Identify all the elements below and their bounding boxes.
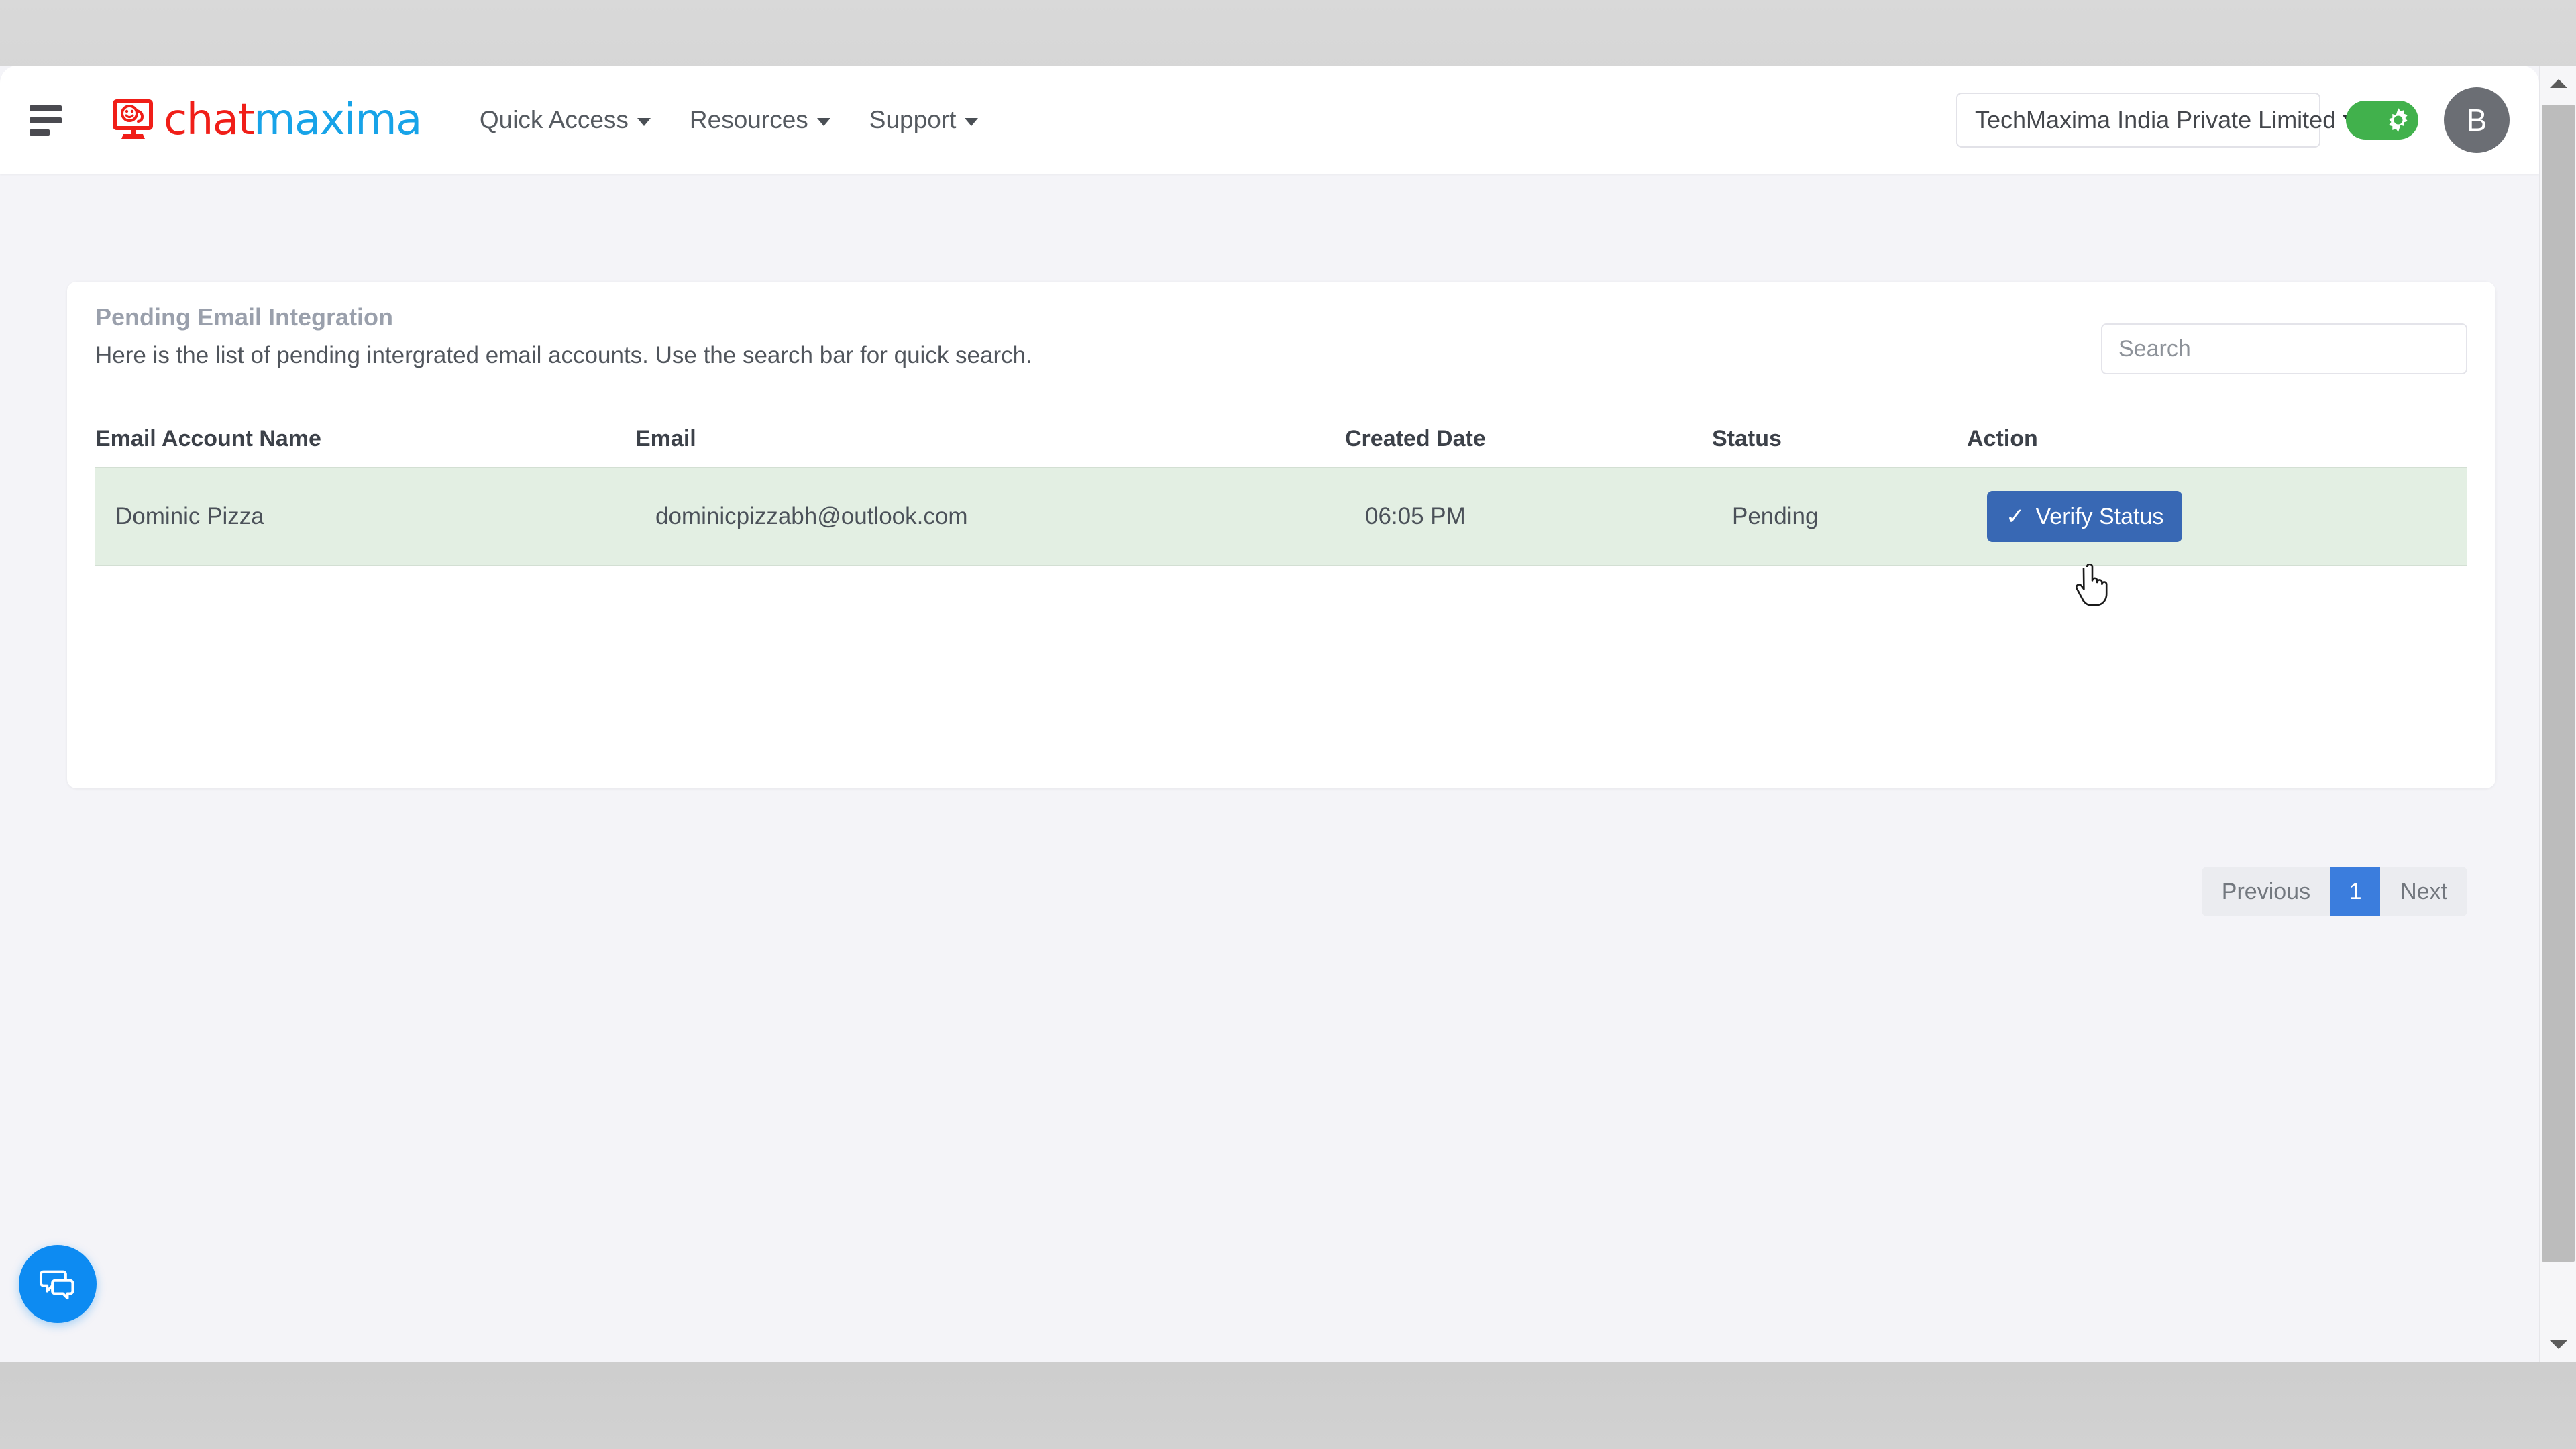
cell-email: dominicpizzabh@outlook.com [655, 503, 968, 529]
verify-status-button[interactable]: ✓ Verify Status [1987, 491, 2183, 542]
pending-email-table: Email Account Name Email Created Date St… [67, 411, 2496, 566]
nav-item-resources[interactable]: Resources [670, 106, 850, 134]
scrollbar-down-arrow-icon[interactable] [2540, 1327, 2576, 1362]
nav-label-quick-access: Quick Access [479, 106, 629, 133]
nav-item-support[interactable]: Support [850, 106, 998, 134]
nav-label-support: Support [869, 106, 957, 133]
column-header-created-date: Created Date [1345, 425, 1486, 451]
logo-word-maxima: maxima [254, 95, 422, 145]
card-subtitle: Here is the list of pending intergrated … [95, 342, 1032, 368]
verify-status-label: Verify Status [2035, 503, 2164, 529]
page-title: Pending Email Integration [95, 303, 394, 331]
column-header-status: Status [1712, 425, 1782, 451]
chatmaxima-logo[interactable]: chatmaxima [113, 99, 422, 142]
pagination-next-button[interactable]: Next [2380, 867, 2467, 916]
hamburger-bar-3 [30, 129, 50, 136]
cell-action: ✓ Verify Status [1987, 491, 2447, 542]
hamburger-menu-icon[interactable] [30, 94, 82, 146]
pagination-previous-button[interactable]: Previous [2201, 867, 2331, 916]
nav-item-quick-access[interactable]: Quick Access [460, 106, 670, 134]
header-right-cluster: TechMaxima India Private Limited B [1956, 87, 2539, 153]
cell-email-account-name: Dominic Pizza [115, 503, 264, 529]
chat-bubbles-icon [39, 1270, 74, 1300]
scrollbar-up-arrow-icon[interactable] [2540, 66, 2576, 101]
logo-word-chat: chat [164, 95, 255, 145]
top-navigation-bar: chatmaxima Quick Access Resources Suppor… [0, 66, 2539, 174]
chevron-down-icon [816, 118, 830, 126]
search-input[interactable] [2101, 323, 2467, 374]
cell-created-date: 06:05 PM [1365, 503, 1466, 529]
theme-toggle-switch[interactable] [2346, 101, 2418, 140]
column-header-action: Action [1967, 425, 2038, 451]
table-header-row: Email Account Name Email Created Date St… [67, 411, 2496, 467]
hamburger-bar-2 [30, 117, 62, 123]
chevron-down-icon [965, 118, 979, 126]
chevron-down-icon [637, 118, 651, 126]
pagination: Previous 1 Next [2201, 867, 2467, 916]
chat-launcher-button[interactable] [19, 1245, 97, 1323]
pagination-page-1[interactable]: 1 [2330, 867, 2381, 916]
user-avatar[interactable]: B [2444, 87, 2510, 153]
main-nav-links: Quick Access Resources Support [460, 106, 998, 134]
logo-wordmark: chatmaxima [164, 99, 422, 142]
monitor-smiley-icon [113, 99, 153, 139]
sun-gear-icon [2388, 108, 2408, 132]
hamburger-bar-1 [30, 105, 62, 111]
avatar-initial: B [2466, 103, 2487, 138]
check-icon: ✓ [2006, 504, 2025, 529]
column-header-email: Email [635, 425, 696, 451]
nav-label-resources: Resources [689, 106, 808, 133]
organization-selector[interactable]: TechMaxima India Private Limited [1956, 93, 2359, 148]
column-header-email-account-name: Email Account Name [95, 425, 321, 451]
cell-status: Pending [1732, 503, 1819, 529]
scrollbar-thumb[interactable] [2542, 105, 2575, 1262]
organization-selector-value: TechMaxima India Private Limited [1975, 106, 2337, 133]
vertical-scrollbar[interactable] [2539, 66, 2576, 1362]
page-viewport: chatmaxima Quick Access Resources Suppor… [0, 66, 2576, 1362]
pending-email-integration-card: Pending Email Integration Here is the li… [67, 282, 2496, 916]
table-row[interactable]: Dominic Pizza dominicpizzabh@outlook.com… [95, 467, 2467, 566]
